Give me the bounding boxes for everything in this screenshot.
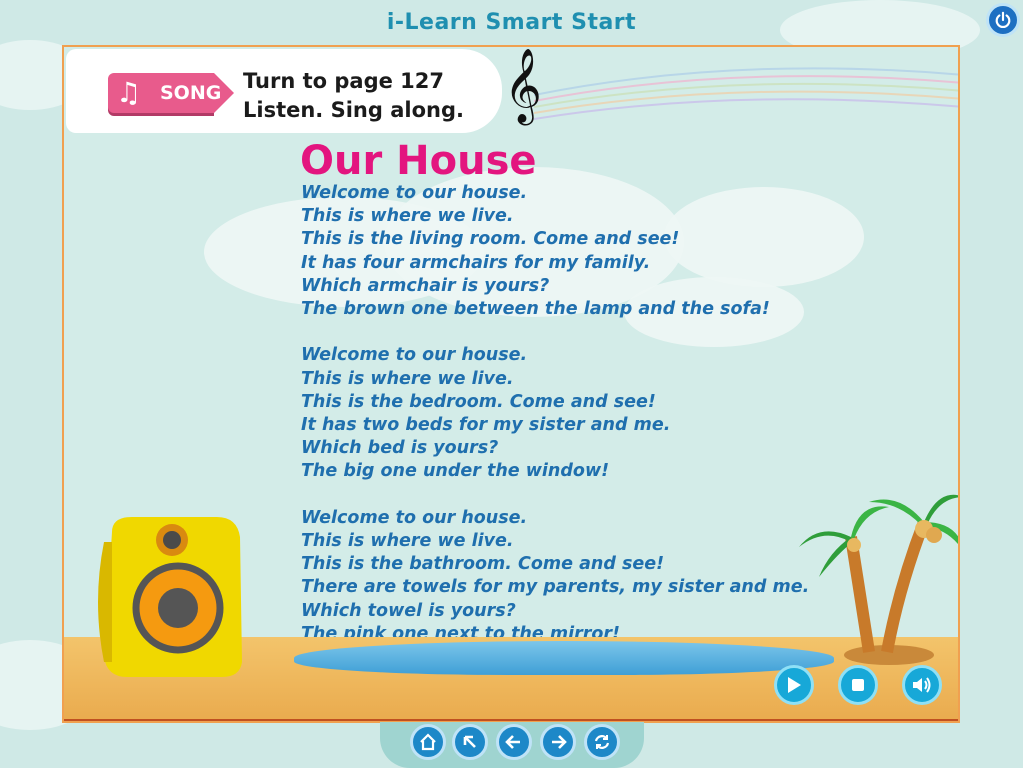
previous-button[interactable]: [496, 724, 532, 760]
lyric-line: This is where we live.: [301, 531, 514, 552]
instruction-text: Turn to page 127 Listen. Sing along.: [243, 67, 464, 125]
music-note-icon: ♫: [116, 76, 142, 109]
stop-icon: [852, 679, 864, 691]
treble-clef-icon: 𝄞: [504, 49, 542, 123]
lyric-line: This is the living room. Come and see!: [301, 229, 680, 250]
back-to-top-button[interactable]: [452, 724, 488, 760]
lyric-line: Welcome to our house.: [301, 345, 528, 366]
lyric-line: There are towels for my parents, my sist…: [301, 577, 810, 598]
lyric-line: Which towel is yours?: [301, 600, 516, 621]
song-frame: ♫ SONG Turn to page 127 Listen. Sing alo…: [62, 45, 960, 723]
instruction-line: Turn to page 127: [243, 69, 444, 93]
arrow-left-icon: [505, 735, 520, 749]
speaker-illustration: [98, 517, 242, 677]
volume-icon: [913, 677, 931, 693]
power-button[interactable]: [986, 3, 1020, 37]
stop-button[interactable]: [838, 665, 878, 705]
power-icon: [995, 11, 1011, 29]
song-title: Our House: [300, 138, 537, 184]
lyric-line: Which armchair is yours?: [301, 275, 550, 296]
lyric-line: Welcome to our house.: [301, 507, 528, 528]
instruction-card: ♫ SONG Turn to page 127 Listen. Sing alo…: [66, 49, 502, 133]
lyric-line: It has two beds for my sister and me.: [301, 415, 671, 436]
lyric-line: Which bed is yours?: [301, 438, 499, 459]
next-button[interactable]: [540, 724, 576, 760]
palm-tree-illustration: [799, 494, 958, 665]
stanza: Welcome to our house. This is where we l…: [301, 507, 809, 646]
home-button[interactable]: [410, 724, 446, 760]
app-title: i-Learn Smart Start: [386, 10, 637, 35]
music-staff-lines: [534, 67, 958, 120]
lyric-line: This is where we live.: [301, 206, 514, 227]
song-lyrics: Welcome to our house. This is where we l…: [301, 182, 809, 669]
lyric-line: This is the bedroom. Come and see!: [301, 391, 656, 412]
stanza: Welcome to our house. This is where we l…: [301, 182, 809, 321]
lyric-line: The big one under the window!: [301, 461, 610, 482]
arrow-right-icon: [552, 735, 567, 749]
song-tag: ♫ SONG: [108, 73, 234, 113]
lyric-line: Welcome to our house.: [301, 183, 528, 203]
lyric-line: It has four armchairs for my family.: [301, 252, 651, 273]
arrow-up-left-icon: [463, 735, 476, 748]
home-icon: [420, 733, 436, 751]
lyric-line: The brown one between the lamp and the s…: [301, 299, 770, 320]
stanza: Welcome to our house. This is where we l…: [301, 344, 809, 483]
play-button[interactable]: [774, 665, 814, 705]
volume-button[interactable]: [902, 665, 942, 705]
sea-water: [294, 641, 834, 675]
instruction-line: Listen. Sing along.: [243, 98, 464, 122]
play-icon: [788, 677, 801, 693]
refresh-icon: [594, 735, 610, 749]
lyric-line: This is the bathroom. Come and see!: [301, 554, 665, 575]
song-tag-label: SONG: [160, 82, 222, 104]
lyric-line: This is where we live.: [301, 368, 514, 389]
refresh-button[interactable]: [584, 724, 620, 760]
